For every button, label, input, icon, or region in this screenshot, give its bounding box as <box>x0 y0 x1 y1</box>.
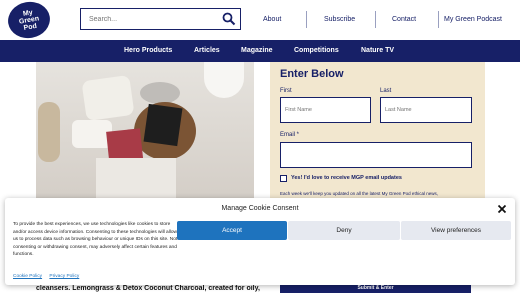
product-photo <box>36 62 254 205</box>
last-name-field[interactable] <box>381 98 471 122</box>
charcoal-soap-box <box>143 103 183 147</box>
search-input[interactable] <box>87 11 212 27</box>
about-link[interactable]: About <box>263 16 281 23</box>
cookie-description: To provide the best experiences, we use … <box>13 222 178 258</box>
jar-lid <box>140 82 180 104</box>
header-divider <box>306 11 307 28</box>
deny-button[interactable]: Deny <box>288 221 400 240</box>
contact-link[interactable]: Contact <box>392 16 416 23</box>
form-note: Each week we'll keep you updated on all … <box>280 191 438 196</box>
last-name-box <box>380 97 472 123</box>
privacy-policy-link[interactable]: Privacy Policy <box>49 274 79 279</box>
nav-competitions[interactable]: Competitions <box>294 47 339 54</box>
accept-button[interactable]: Accept <box>177 221 287 240</box>
email-updates-label: Yes! I'd love to receive MGP email updat… <box>291 175 402 181</box>
cotton-pouch <box>81 74 135 122</box>
logo-line-3: Pod <box>23 22 38 32</box>
email-field[interactable] <box>281 143 471 167</box>
email-label: Email * <box>280 132 300 138</box>
dried-flower <box>38 102 60 162</box>
cookie-policy-link[interactable]: Cookie Policy <box>13 274 42 279</box>
search-box <box>80 8 241 30</box>
first-name-field[interactable] <box>281 98 370 122</box>
email-box <box>280 142 472 168</box>
form-heading: Enter Below <box>280 68 344 80</box>
competition-form: Enter Below First Last Email * Yes! I'd … <box>270 62 485 205</box>
podcast-link[interactable]: My Green Podcast <box>444 16 502 23</box>
cookie-dialog-title: Manage Cookie Consent <box>221 205 299 212</box>
search-icon[interactable] <box>222 12 236 26</box>
nav-articles[interactable]: Articles <box>194 47 220 54</box>
article-body-text: cleansers. Lemongrass & Detox Coconut Ch… <box>36 285 260 292</box>
close-icon[interactable] <box>497 204 507 214</box>
cookie-consent-dialog: Manage Cookie Consent To provide the bes… <box>5 198 515 285</box>
subscribe-link[interactable]: Subscribe <box>324 16 355 23</box>
nav-nature-tv[interactable]: Nature TV <box>361 47 394 54</box>
site-header: My Green Pod About Subscribe Contact My … <box>0 0 520 42</box>
header-divider <box>375 11 376 28</box>
first-name-box <box>280 97 371 123</box>
header-divider <box>438 11 439 28</box>
first-name-label: First <box>280 88 292 94</box>
policy-links: Cookie Policy Privacy Policy <box>13 274 85 279</box>
view-preferences-button[interactable]: View preferences <box>401 221 511 240</box>
main-nav: Hero Products Articles Magazine Competit… <box>0 40 520 62</box>
email-updates-checkbox[interactable] <box>280 175 287 182</box>
nav-magazine[interactable]: Magazine <box>241 47 273 54</box>
last-name-label: Last <box>380 88 392 94</box>
submit-button[interactable]: Submit & Enter <box>280 284 471 293</box>
nav-hero-products[interactable]: Hero Products <box>124 47 172 54</box>
site-logo[interactable]: My Green Pod <box>5 0 53 42</box>
